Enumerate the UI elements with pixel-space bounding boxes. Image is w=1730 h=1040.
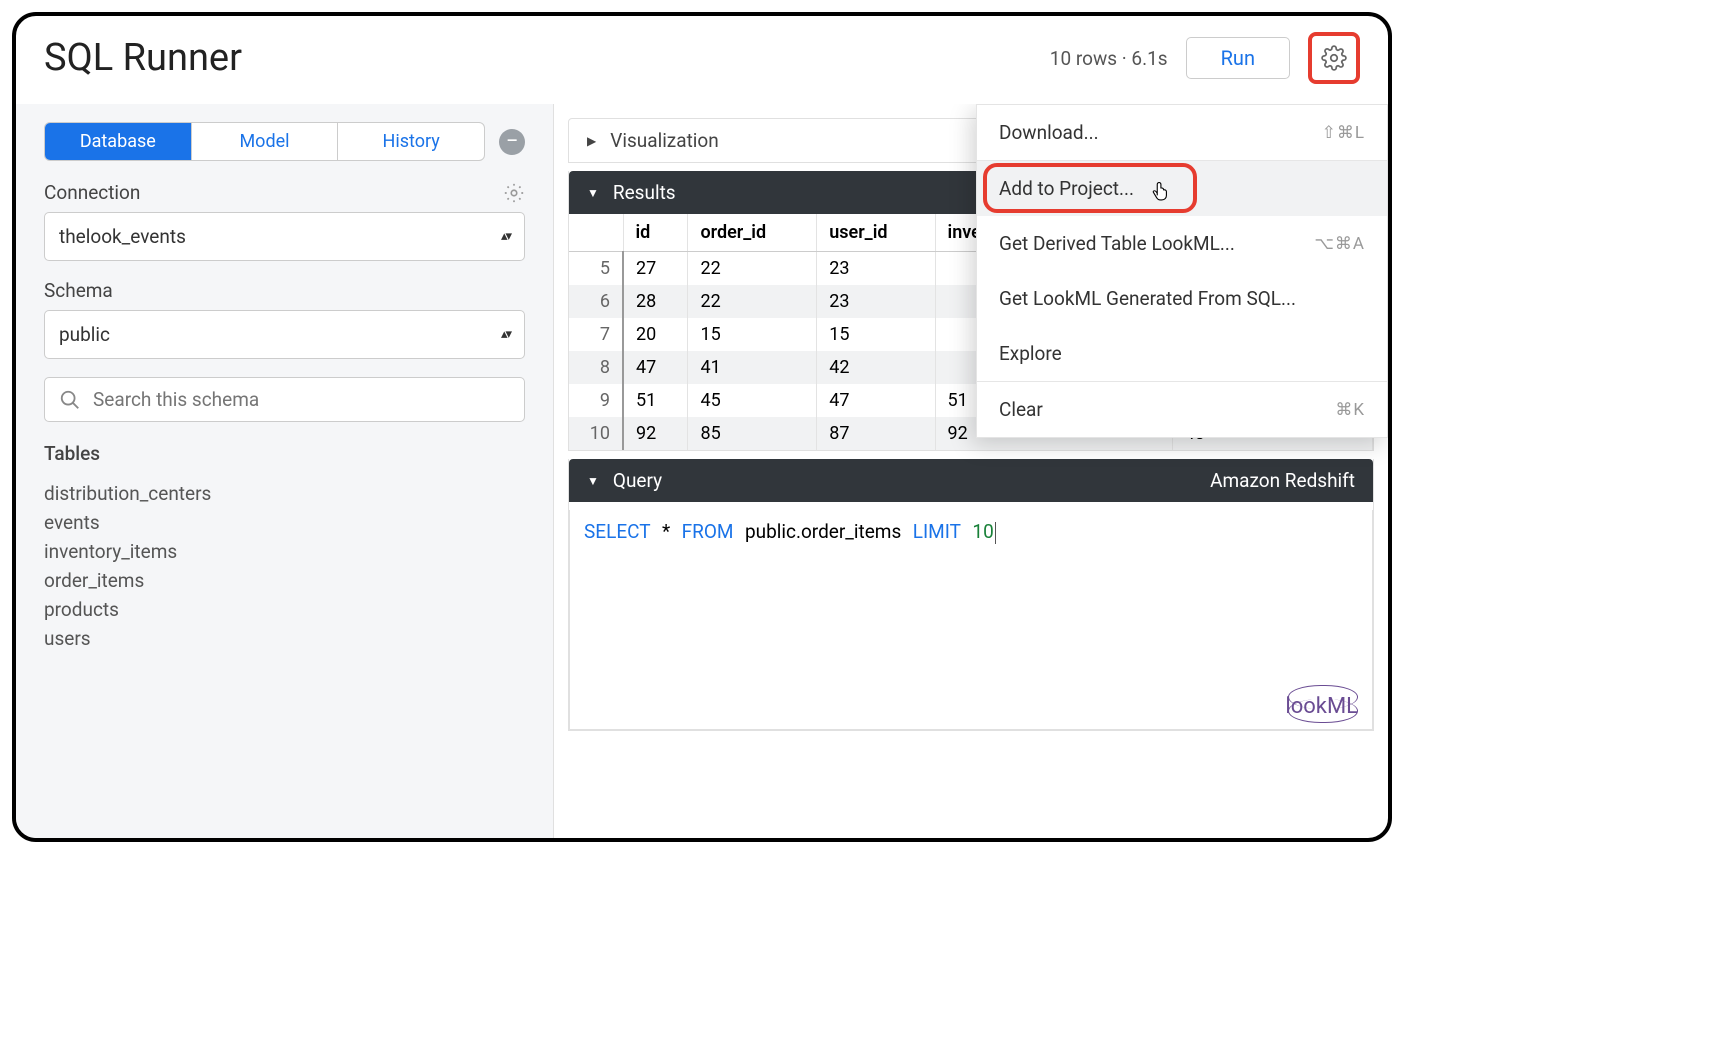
schema-search-input[interactable] [93,388,510,411]
col-header[interactable]: id [623,214,688,252]
gear-menu: Download... ⇧⌘L Add to Project... Get De… [976,104,1388,438]
status-text: 10 rows · 6.1s [1050,47,1168,70]
query-label: Query [613,469,662,492]
cell: 87 [817,417,935,450]
tab-history[interactable]: History [338,123,484,160]
row-number: 10 [569,417,623,450]
shortcut: ⇧⌘L [1322,123,1365,143]
schema-search[interactable] [44,377,525,422]
topbar: SQL Runner 10 rows · 6.1s Run [16,16,1388,104]
kw-star: * [662,520,670,543]
main-panel: ▶ Visualization ▼ Results id order_id us… [554,104,1388,838]
table-item[interactable]: events [44,508,525,537]
cell: 28 [623,285,688,318]
cell: 41 [688,351,817,384]
query-editor[interactable]: SELECT * FROM public.order_items LIMIT 1… [569,510,1373,730]
col-header[interactable]: order_id [688,214,817,252]
cell: 22 [688,252,817,286]
kw-limit: LIMIT [913,520,961,543]
body: Database Model History − Connection thel… [16,104,1388,838]
gear-icon [1321,45,1347,71]
cell: 92 [623,417,688,450]
query-panel: ▼ Query Amazon Redshift SELECT * FROM pu… [568,459,1374,731]
chevron-right-icon: ▶ [587,134,596,148]
table-item[interactable]: inventory_items [44,537,525,566]
topbar-right: 10 rows · 6.1s Run [1050,32,1360,84]
tables-label: Tables [44,442,525,465]
cell: 27 [623,252,688,286]
cell: 23 [817,252,935,286]
schema-label: Schema [44,279,525,302]
row-number: 9 [569,384,623,417]
cell: 47 [817,384,935,417]
segmented-row: Database Model History − [44,122,525,161]
collapse-sidebar-button[interactable]: − [499,129,525,155]
kw-select: SELECT [584,520,651,543]
tab-database[interactable]: Database [45,123,192,160]
cell: 45 [688,384,817,417]
text-caret [995,522,996,544]
cell: 47 [623,351,688,384]
gear-highlight [1308,32,1360,84]
table-item[interactable]: users [44,624,525,653]
cell: 23 [817,285,935,318]
connection-row: Connection [44,181,525,204]
menu-download[interactable]: Download... ⇧⌘L [977,105,1387,160]
updown-icon: ▴▾ [501,229,510,244]
tab-model[interactable]: Model [192,123,339,160]
connection-gear-icon[interactable] [503,182,525,204]
menu-derived-table[interactable]: Get Derived Table LookML... ⌥⌘A [977,216,1387,271]
updown-icon: ▴▾ [501,327,510,342]
row-number: 8 [569,351,623,384]
shortcut: ⌘K [1335,400,1365,420]
shortcut: ⌥⌘A [1314,234,1365,254]
rownum-header [569,214,623,252]
connection-select[interactable]: thelook_events ▴▾ [44,212,525,261]
menu-add-to-project[interactable]: Add to Project... [977,161,1387,216]
cell: 20 [623,318,688,351]
cell: 22 [688,285,817,318]
page-title: SQL Runner [44,36,242,80]
run-button[interactable]: Run [1186,37,1290,79]
connection-label: Connection [44,181,140,204]
cell: 42 [817,351,935,384]
col-header[interactable]: user_id [817,214,935,252]
connection-value: thelook_events [59,225,186,248]
cell: 85 [688,417,817,450]
gear-button[interactable] [1315,39,1353,77]
schema-select[interactable]: public ▴▾ [44,310,525,359]
kw-num: 10 [972,520,993,543]
pointer-cursor-icon [1149,175,1171,201]
row-number: 7 [569,318,623,351]
results-label: Results [613,181,676,204]
kw-table: public.order_items [745,520,901,543]
cell: 51 [623,384,688,417]
sidebar: Database Model History − Connection thel… [16,104,554,838]
row-number: 6 [569,285,623,318]
cell: 15 [817,318,935,351]
table-item[interactable]: products [44,595,525,624]
tables-list: distribution_centers events inventory_it… [44,479,525,653]
chevron-down-icon: ▼ [587,186,599,200]
query-header[interactable]: ▼ Query Amazon Redshift [569,459,1373,502]
table-item[interactable]: order_items [44,566,525,595]
menu-explore[interactable]: Explore [977,326,1387,381]
visualization-label: Visualization [610,129,719,152]
menu-clear[interactable]: Clear ⌘K [977,382,1387,437]
segmented-control: Database Model History [44,122,485,161]
lookml-logo: lookML [1285,693,1358,719]
search-icon [59,389,81,411]
query-engine: Amazon Redshift [1210,469,1355,492]
app-frame: SQL Runner 10 rows · 6.1s Run Database M… [12,12,1392,842]
table-item[interactable]: distribution_centers [44,479,525,508]
row-number: 5 [569,252,623,286]
schema-value: public [59,323,110,346]
kw-from: FROM [682,520,734,543]
menu-generated-sql[interactable]: Get LookML Generated From SQL... [977,271,1387,326]
chevron-down-icon: ▼ [587,474,599,488]
cell: 15 [688,318,817,351]
